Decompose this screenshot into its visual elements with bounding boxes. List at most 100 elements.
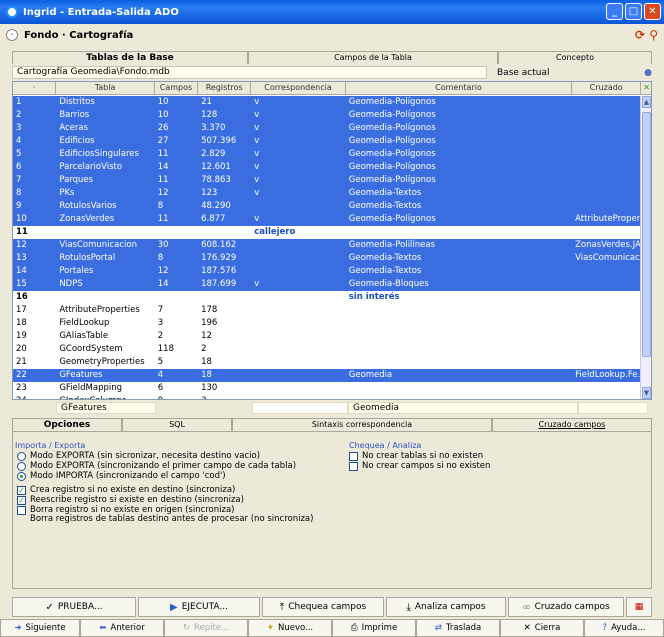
vertical-scrollbar[interactable]: ▲ ▼ bbox=[640, 96, 651, 399]
scroll-down-icon[interactable]: ▼ bbox=[642, 387, 651, 399]
radio-icon[interactable] bbox=[17, 472, 26, 481]
table-row[interactable]: 19 GAliasTable 2 12 bbox=[13, 330, 641, 343]
cell-com bbox=[346, 343, 572, 356]
cell-com bbox=[346, 395, 572, 399]
check-icon[interactable] bbox=[349, 452, 358, 461]
tab-sintaxis[interactable]: Sintaxis correspondencia bbox=[232, 418, 492, 431]
ejecuta-button[interactable]: ▶ EJECUTA... bbox=[138, 597, 260, 617]
table-row[interactable]: 15 NDPS 14 187.699 v Geomedia-Bloques bbox=[13, 278, 641, 291]
table-row[interactable]: 10 ZonasVerdes 11 6.877 v Geomedia-Polígonos A… bbox=[13, 213, 641, 226]
radio-icon[interactable] bbox=[17, 452, 26, 461]
cell-n: 11 bbox=[16, 227, 28, 237]
grid-close-icon[interactable]: ✕ bbox=[641, 82, 651, 94]
table-row[interactable]: 18 FieldLookup 3 196 bbox=[13, 317, 641, 330]
traslada-button[interactable]: ⇄ Traslada bbox=[416, 619, 500, 637]
cell-tabla: ZonasVerdes bbox=[59, 214, 115, 224]
prueba-button[interactable]: ✓ PRUEBA... bbox=[12, 597, 136, 617]
toggle-icons-button[interactable]: ▦ bbox=[626, 597, 652, 617]
imprime-button[interactable]: ⎙ Imprime bbox=[332, 619, 416, 637]
cell-tabla bbox=[56, 291, 154, 304]
scroll-up-icon[interactable]: ▲ bbox=[642, 96, 651, 108]
sync-checkbox[interactable]: ✓ Reescribe registro si existe en destino… bbox=[17, 496, 244, 505]
table-row[interactable]: 7 Parques 11 78.863 v Geomedia-Polígonos bbox=[13, 174, 641, 187]
tab-concepto[interactable]: Concepto bbox=[498, 51, 652, 64]
table-row[interactable]: 23 GFieldMapping 6 130 bbox=[13, 382, 641, 395]
mode-radio[interactable]: Modo IMPORTA (sincronizando el campo 'co… bbox=[17, 472, 226, 481]
table-row[interactable]: 6 ParcelarioVisto 14 12.601 v Geomedia-Polígo… bbox=[13, 161, 641, 174]
mode-radio[interactable]: Modo EXPORTA (sincronizando el primer ca… bbox=[17, 462, 296, 471]
table-row[interactable]: 1 Distritos 10 21 v Geomedia-Polígonos bbox=[13, 96, 641, 109]
tab-sql[interactable]: SQL bbox=[122, 418, 232, 431]
analyze-checkbox[interactable]: No crear tablas si no existen bbox=[349, 452, 483, 461]
cell-com: Geomedia-Textos bbox=[348, 201, 422, 211]
mode-radio[interactable]: Modo EXPORTA (sin sicronizar, necesita d… bbox=[17, 452, 260, 461]
column-header[interactable]: Correspondencia bbox=[251, 82, 346, 94]
tab-tablas[interactable]: Tablas de la Base bbox=[12, 51, 248, 64]
check-icon[interactable]: ✓ bbox=[17, 486, 26, 495]
column-header[interactable]: Registros bbox=[198, 82, 252, 94]
ayuda-button[interactable]: ? Ayuda... bbox=[584, 619, 664, 637]
table-row[interactable]: 12 ViasComunicacion 30 608.162 Geomedia-Poli… bbox=[13, 239, 641, 252]
check-icon[interactable]: ✓ bbox=[17, 496, 26, 505]
cruzado-campos-button[interactable]: ∞ Cruzado campos bbox=[508, 597, 624, 617]
table-row[interactable]: 8 PKs 12 123 v Geomedia-Textos bbox=[13, 187, 641, 200]
table-row[interactable]: 16 sin interés bbox=[13, 291, 641, 304]
arrow-left-icon: ⬅ bbox=[99, 623, 107, 633]
db-icon[interactable]: ● bbox=[644, 68, 652, 78]
edit-comentario-field[interactable]: Geomedia bbox=[348, 402, 578, 414]
table-row[interactable]: 22 GFeatures 4 18 Geomedia FieldLookup.Fe... bbox=[13, 369, 641, 382]
table-row[interactable]: 3 Aceras 26 3.370 v Geomedia-Polígonos bbox=[13, 122, 641, 135]
table-row[interactable]: 11 callejero bbox=[13, 226, 641, 239]
table-row[interactable]: 14 Portales 12 187.576 Geomedia-Textos bbox=[13, 265, 641, 278]
cell-campos bbox=[155, 226, 198, 239]
siguiente-button[interactable]: ➜ Siguiente bbox=[0, 619, 80, 637]
refresh-search-icon[interactable]: ⟳ ⚲ bbox=[635, 28, 658, 42]
cell-campos: 8 bbox=[157, 253, 164, 263]
tables-grid[interactable]: · Tabla Campos Registros Correspondencia Come… bbox=[12, 81, 652, 400]
sync-checkbox[interactable]: ✓ Crea registro si no existe en destino (… bbox=[17, 486, 235, 495]
column-header[interactable]: Cruzado bbox=[572, 82, 642, 94]
cell-n: 2 bbox=[16, 110, 22, 120]
table-row[interactable]: 2 Barrios 10 128 v Geomedia-Polígonos bbox=[13, 109, 641, 122]
table-row[interactable]: 20 GCoordSystem 118 2 bbox=[13, 343, 641, 356]
column-header[interactable]: Campos bbox=[155, 82, 199, 94]
check-icon[interactable] bbox=[349, 462, 358, 471]
title-bar[interactable]: Ingrid - Entrada-Salida ADO _ □ ✕ bbox=[0, 0, 664, 24]
nuevo-button[interactable]: ✦ Nuevo... bbox=[248, 619, 332, 637]
edit-corr-field[interactable] bbox=[252, 402, 348, 414]
chequea-campos-button[interactable]: ⤒ Chequea campos bbox=[262, 597, 384, 617]
anterior-button[interactable]: ⬅ Anterior bbox=[80, 619, 164, 637]
option-label: Modo EXPORTA (sin sicronizar, necesita d… bbox=[30, 451, 261, 461]
analiza-campos-button[interactable]: ⤓ Analiza campos bbox=[386, 597, 506, 617]
column-header[interactable]: Tabla bbox=[56, 82, 155, 94]
tab-campos[interactable]: Campos de la Tabla bbox=[248, 51, 498, 64]
table-row[interactable]: 13 RotulosPortal 8 176.929 Geomedia-Textos Vi… bbox=[13, 252, 641, 265]
cierra-button[interactable]: ✕ Cierra bbox=[500, 619, 584, 637]
table-row[interactable]: 4 Edificios 27 507.396 v Geomedia-Polígonos bbox=[13, 135, 641, 148]
table-row[interactable]: 5 EdificiosSingulares 11 2.829 v Geomedia-Pol… bbox=[13, 148, 641, 161]
table-row[interactable]: 9 RotulosVarios 8 48.290 Geomedia-Textos bbox=[13, 200, 641, 213]
check-icon[interactable] bbox=[17, 506, 26, 515]
tab-cruzado[interactable]: Cruzado campos bbox=[492, 418, 652, 431]
radio-icon[interactable] bbox=[17, 462, 26, 471]
column-header[interactable]: · bbox=[13, 82, 57, 94]
cell-tabla: GeometryProperties bbox=[59, 357, 145, 367]
edit-tabla-field[interactable]: GFeatures bbox=[56, 402, 156, 414]
edit-cruzado-field[interactable] bbox=[578, 402, 648, 414]
maximize-button[interactable]: □ bbox=[625, 3, 642, 20]
table-row[interactable]: 21 GeometryProperties 5 18 bbox=[13, 356, 641, 369]
column-header[interactable]: Comentario bbox=[346, 82, 573, 94]
cell-campos: 3 bbox=[157, 318, 164, 328]
scroll-thumb[interactable] bbox=[642, 112, 651, 357]
table-row[interactable]: 24GIndexColumns93 bbox=[13, 395, 641, 399]
cell-n: 8 bbox=[16, 188, 22, 198]
analyze-checkbox[interactable]: No crear campos si no existen bbox=[349, 462, 490, 471]
sync-checkbox[interactable]: Borra registro si no existe en origen (s… bbox=[17, 506, 313, 524]
cell-corr bbox=[251, 200, 346, 213]
minimize-button[interactable]: _ bbox=[606, 3, 623, 20]
close-button[interactable]: ✕ bbox=[644, 3, 661, 20]
tab-opciones[interactable]: Opciones bbox=[12, 418, 122, 431]
database-path-field[interactable]: Cartografía Geomedia\Fondo.mdb bbox=[12, 66, 487, 79]
table-row[interactable]: 17 AttributeProperties 7 178 bbox=[13, 304, 641, 317]
repite-button[interactable]: ↻ Repite... bbox=[164, 619, 248, 637]
